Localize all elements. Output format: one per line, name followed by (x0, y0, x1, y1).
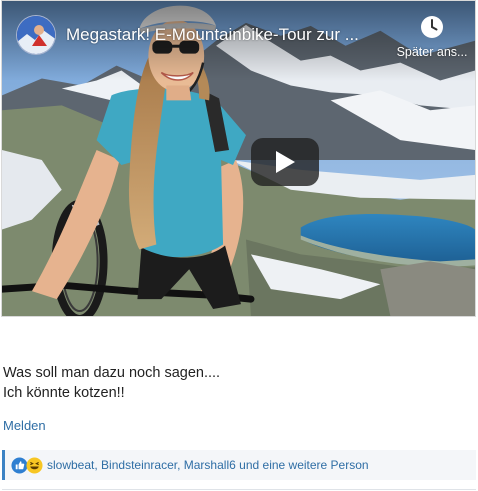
clock-icon (421, 16, 443, 38)
report-link[interactable]: Melden (3, 418, 46, 433)
watch-later-button[interactable]: Später ans... (390, 15, 474, 65)
channel-avatar[interactable] (16, 15, 56, 55)
post-body: Was soll man dazu noch sagen.... Ich kön… (3, 363, 463, 403)
video-title[interactable]: Megastark! E-Mountainbike-Tour zur ... (66, 25, 386, 45)
avatar-image (17, 16, 55, 54)
play-button[interactable] (251, 138, 319, 186)
forum-post: Megastark! E-Mountainbike-Tour zur ... S… (0, 0, 478, 491)
reactor-more-link[interactable]: eine weitere Person (263, 458, 369, 472)
post-line-1: Was soll man dazu noch sagen.... (3, 365, 221, 381)
video-embed[interactable]: Megastark! E-Mountainbike-Tour zur ... S… (1, 0, 476, 317)
divider (2, 489, 476, 490)
haha-icon[interactable] (26, 456, 43, 474)
reactions-bar: slowbeat, Bindsteinracer, Marshall6 und … (2, 450, 476, 480)
post-line-2: Ich könnte kotzen!! (3, 385, 125, 401)
watch-later-label: Später ans... (396, 45, 468, 59)
reactors-list: slowbeat, Bindsteinracer, Marshall6 und … (47, 458, 369, 472)
reactor-and: und (239, 458, 260, 472)
reactor-link[interactable]: slowbeat (47, 458, 94, 472)
reactor-link[interactable]: Bindsteinracer (101, 458, 177, 472)
play-icon (276, 151, 295, 173)
reactor-separator: , (177, 458, 184, 472)
reactor-link[interactable]: Marshall6 (184, 458, 236, 472)
